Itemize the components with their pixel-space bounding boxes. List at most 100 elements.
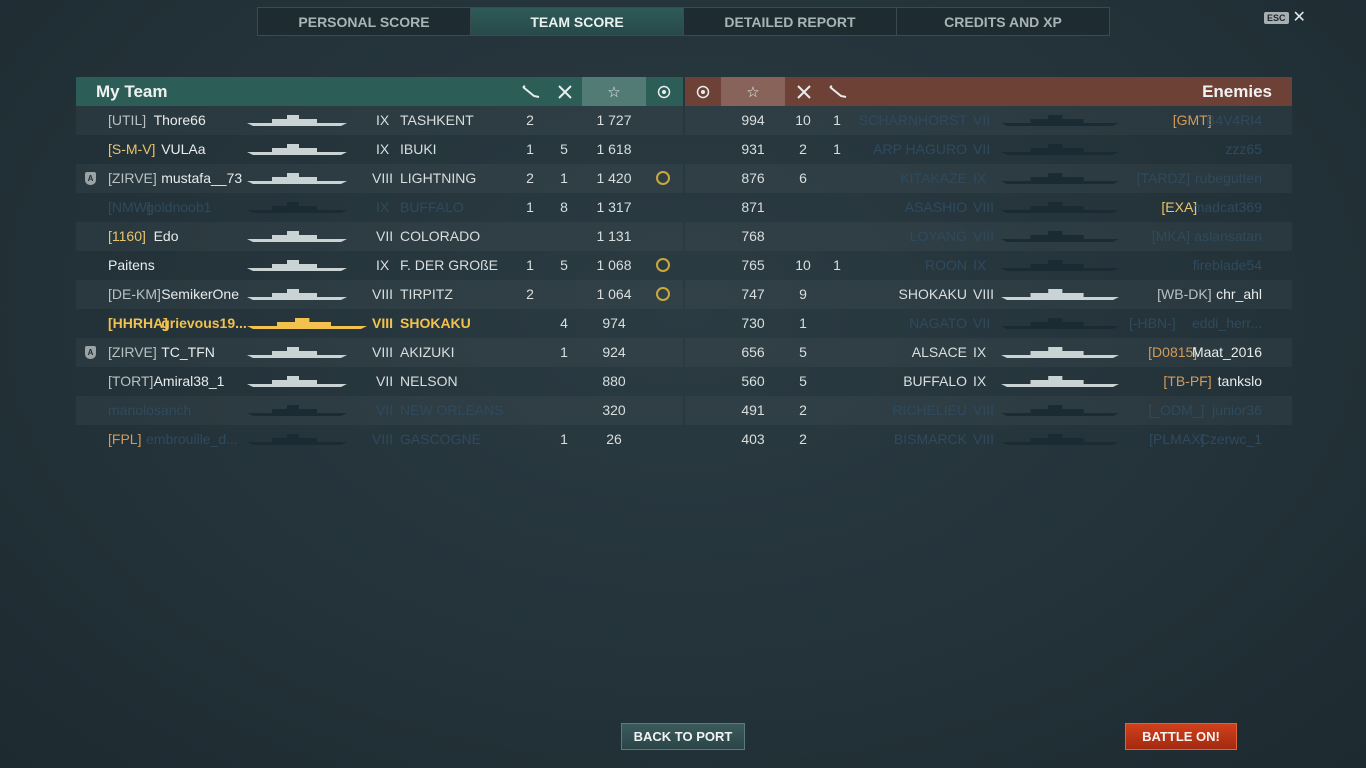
ship-silhouette-icon — [247, 143, 347, 155]
ship-name: ALSACE — [911, 344, 967, 360]
ship-tier: IX — [973, 170, 987, 186]
tab-team-score[interactable]: TEAM SCORE — [471, 8, 684, 35]
table-row[interactable]: 656 5 ALSACE IX [D0815] Maat_2016 — [685, 338, 1292, 367]
table-row[interactable]: 730 1 NAGATO VII [-HBN-] eddi_herr... — [685, 309, 1292, 338]
player-score: 656 — [741, 344, 765, 360]
ship-tier: IX — [376, 257, 390, 273]
ship-silhouette-icon — [1001, 288, 1119, 300]
table-row[interactable]: [HHRHA] grievous19... VIII SHOKAKU 4 974 — [76, 309, 683, 338]
ship-silhouette-icon — [1001, 201, 1119, 213]
ship-tier: VIII — [372, 170, 394, 186]
player-name: fireblade54 — [1192, 257, 1262, 273]
table-row[interactable]: [TORT] Amiral38_1 VII NELSON 880 — [76, 367, 683, 396]
player-name: B4V4RI4 — [1205, 112, 1262, 128]
kill-count: 5 — [799, 373, 807, 389]
player-clan-tag: [D0815] — [1148, 344, 1198, 360]
player-score: 730 — [741, 315, 765, 331]
enemy-team-panel: ☆ Enemies 994 10 1 SCHARNHORST VII [GMT] B4V4R… — [685, 77, 1292, 454]
kill-count: 9 — [799, 286, 807, 302]
table-row[interactable]: A [ZIRVE] TC_TFN VIII AKIZUKI 1 924 — [76, 338, 683, 367]
torpedo-count: 1 — [526, 141, 534, 157]
kill-count: 6 — [799, 170, 807, 186]
rank-badge-icon: A — [85, 172, 96, 185]
close-control[interactable]: ESC ✕ — [1264, 10, 1306, 26]
ship-name: TIRPITZ — [400, 286, 453, 302]
torpedo-count: 2 — [526, 286, 534, 302]
table-row[interactable]: manolosanch VII NEW ORLEANS 320 — [76, 396, 683, 425]
player-score: 747 — [741, 286, 765, 302]
player-score: 974 — [602, 315, 626, 331]
ship-name: ROON — [925, 257, 967, 273]
table-row[interactable]: 876 6 KITAKAZE IX [TARDZ] rubegutten — [685, 164, 1292, 193]
player-name: Edo — [153, 228, 179, 244]
ship-tier: VIII — [372, 315, 394, 331]
player-score: 931 — [741, 141, 765, 157]
player-score: 1 317 — [596, 199, 632, 215]
player-score: 1 727 — [596, 112, 632, 128]
close-icon[interactable]: ✕ — [1293, 10, 1306, 26]
player-name: embrouille_d... — [146, 431, 238, 447]
rank-badge-icon: A — [85, 346, 96, 359]
tab-credits-and-xp[interactable]: CREDITS AND XP — [897, 8, 1109, 35]
player-name: madcat369 — [1192, 199, 1262, 215]
kill-count: 2 — [799, 402, 807, 418]
ship-name: F. DER GROßE — [400, 257, 499, 273]
ship-silhouette-icon — [247, 230, 347, 242]
table-row[interactable]: [NMW] goldnoob1 IX BUFFALO 1 8 1 317 — [76, 193, 683, 222]
table-row[interactable]: 747 9 SHOKAKU VIII [WB-DK] chr_ahl — [685, 280, 1292, 309]
player-name: rubegutten — [1195, 170, 1262, 186]
table-row[interactable]: [FPL] embrouille_d... VIII GASCOGNE 1 26 — [76, 425, 683, 454]
table-row[interactable]: 994 10 1 SCHARNHORST VII [GMT] B4V4RI4 — [685, 106, 1292, 135]
table-row[interactable]: [1160] Edo VII COLORADO 1 131 — [76, 222, 683, 251]
battle-on-button[interactable]: BATTLE ON! — [1125, 723, 1237, 750]
player-clan-tag: [TB-PF] — [1163, 373, 1212, 389]
player-name: TC_TFN — [161, 344, 215, 360]
table-row[interactable]: [UTIL] Thore66 IX TASHKENT 2 1 727 — [76, 106, 683, 135]
torpedo-count: 1 — [526, 199, 534, 215]
player-clan-tag: [TARDZ] — [1136, 170, 1190, 186]
table-row[interactable]: 491 2 RICHELIEU VIII [_ODM_] junior36 — [685, 396, 1292, 425]
ship-name: NELSON — [400, 373, 458, 389]
tab-personal-score[interactable]: PERSONAL SCORE — [258, 8, 471, 35]
kill-count: 1 — [560, 170, 568, 186]
table-row[interactable]: 931 2 1 ARP HAGURO VII zzz65 — [685, 135, 1292, 164]
back-to-port-button[interactable]: BACK TO PORT — [621, 723, 745, 750]
player-clan-tag: [DE-KM] — [108, 286, 161, 302]
torpedo-icon — [823, 77, 853, 106]
table-row[interactable]: 560 5 BUFFALO IX [TB-PF] tankslo — [685, 367, 1292, 396]
player-clan-tag: [UTIL] — [108, 112, 147, 128]
table-row[interactable]: Paitens IX F. DER GROßE 1 5 1 068 — [76, 251, 683, 280]
player-clan-tag: [-HBN-] — [1128, 315, 1176, 331]
ship-silhouette-icon — [1001, 433, 1119, 445]
player-name: Czerwc_1 — [1199, 431, 1262, 447]
ship-name: LOYANG — [909, 228, 967, 244]
player-name: Amiral38_1 — [153, 373, 225, 389]
ship-silhouette-icon — [1001, 317, 1119, 329]
table-row[interactable]: 765 10 1 ROON IX fireblade54 — [685, 251, 1292, 280]
ship-silhouette-icon — [1001, 114, 1119, 126]
ship-tier: IX — [973, 344, 987, 360]
tab-detailed-report[interactable]: DETAILED REPORT — [684, 8, 897, 35]
table-row[interactable]: [DE-KM] SemikerOne VIII TIRPITZ 2 1 064 — [76, 280, 683, 309]
player-clan-tag: [PLMAX] — [1149, 431, 1205, 447]
player-score: 876 — [741, 170, 765, 186]
table-row[interactable]: 403 2 BISMARCK VIII [PLMAX] Czerwc_1 — [685, 425, 1292, 454]
kill-count: 2 — [799, 141, 807, 157]
table-row[interactable]: 768 LOYANG VIII [MKA] aslansatan — [685, 222, 1292, 251]
table-row[interactable]: [S-M-V] VULAa IX IBUKI 1 5 1 618 — [76, 135, 683, 164]
player-score: 880 — [602, 373, 626, 389]
player-name: chr_ahl — [1216, 286, 1262, 302]
enemy-team-list: 994 10 1 SCHARNHORST VII [GMT] B4V4RI4 931 2 1 ARP… — [685, 106, 1292, 454]
kill-count: 1 — [560, 431, 568, 447]
torpedo-count: 2 — [526, 112, 534, 128]
ship-silhouette-icon — [247, 317, 367, 329]
kill-count: 8 — [560, 199, 568, 215]
ship-tier: VIII — [973, 431, 995, 447]
player-clan-tag: [1160] — [108, 228, 146, 244]
ship-name: SHOKAKU — [898, 286, 967, 302]
player-score: 924 — [602, 344, 626, 360]
table-row[interactable]: A [ZIRVE] mustafa__73 VIII LIGHTNING 2 1 1 420 — [76, 164, 683, 193]
ship-tier: VIII — [973, 228, 995, 244]
player-score: 320 — [602, 402, 626, 418]
table-row[interactable]: 871 ASASHIO VIII [EXA] madcat369 — [685, 193, 1292, 222]
